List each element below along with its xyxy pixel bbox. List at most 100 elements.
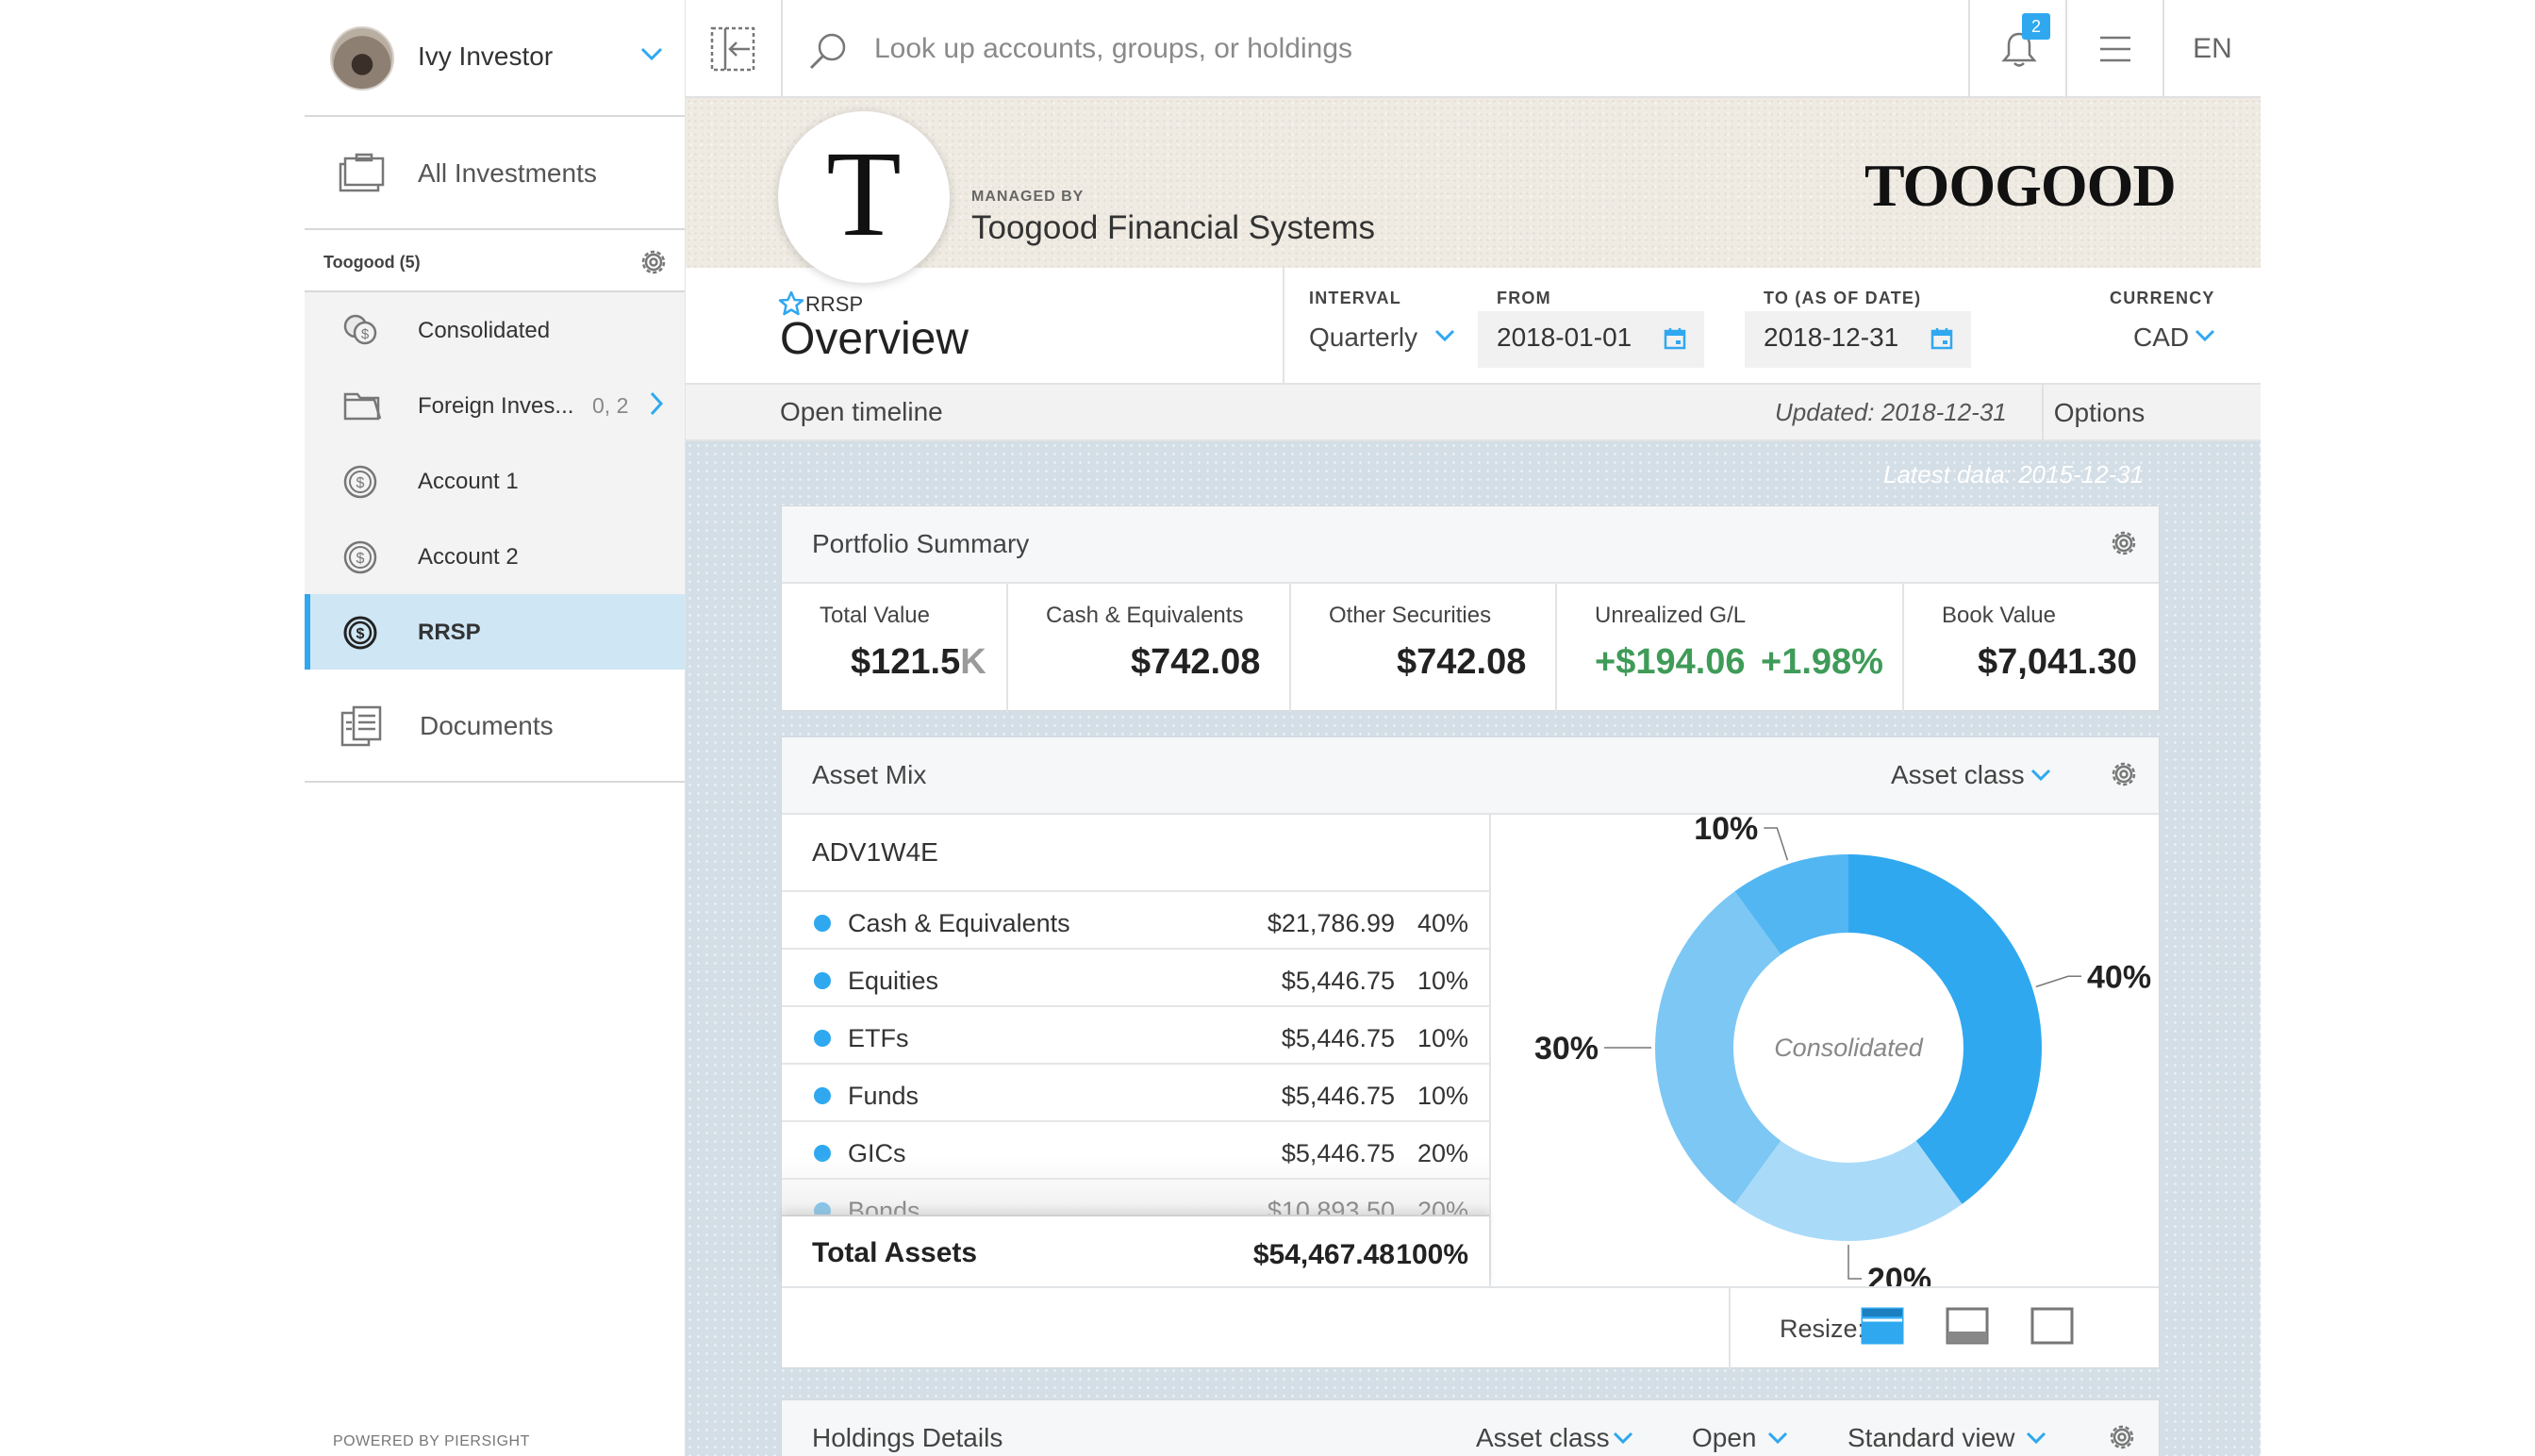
row-percent: 20%: [1417, 1139, 1468, 1167]
collapse-sidebar-button[interactable]: [686, 0, 783, 98]
pie-slice[interactable]: [1848, 854, 2042, 1204]
chevron-right-icon[interactable]: [648, 390, 665, 417]
hamburger-icon: [2100, 36, 2130, 62]
sidebar-item-foreign-investments[interactable]: Foreign Inves... 0, 2: [305, 368, 685, 443]
from-date-field[interactable]: 2018-01-01: [1478, 311, 1704, 368]
pie-slice[interactable]: [1655, 891, 1781, 1204]
chevron-down-icon[interactable]: [1766, 1431, 1789, 1446]
avatar: [330, 26, 394, 91]
sidebar-item-consolidated[interactable]: $ Consolidated: [305, 292, 685, 368]
chevron-down-icon[interactable]: [2030, 768, 2052, 783]
row-percent: 10%: [1417, 1024, 1468, 1052]
holdings-status-dropdown[interactable]: Open: [1692, 1423, 1757, 1453]
main-content[interactable]: Latest data: 2015-12-31 Portfolio Summar…: [686, 441, 2261, 1456]
calendar-icon[interactable]: [1930, 326, 1954, 351]
holdings-group-dropdown[interactable]: Asset class: [1476, 1423, 1610, 1453]
interval-select[interactable]: Quarterly: [1309, 323, 1417, 353]
slice-label: 20%: [1867, 1262, 1931, 1286]
brand-avatar: T: [778, 111, 950, 283]
search-input[interactable]: [874, 28, 1874, 70]
briefcase-icon: [339, 153, 385, 192]
latest-data-note: Latest data: 2015-12-31: [1883, 460, 2145, 488]
asset-mix-chart: 40% 20% 30% 10% Consolidated: [1493, 815, 2159, 1286]
chevron-down-icon[interactable]: [639, 45, 664, 62]
sidebar-item-label: Documents: [420, 711, 554, 740]
open-timeline-link[interactable]: Open timeline: [780, 397, 943, 427]
sidebar-item-label: RRSP: [418, 620, 481, 645]
updated-date: Updated: 2018-12-31: [1775, 398, 2007, 426]
to-label: TO (AS OF DATE): [1764, 289, 1922, 307]
summary-label: Total Value: [820, 603, 930, 628]
gear-icon[interactable]: [638, 246, 670, 278]
asset-mix-rows[interactable]: Cash & Equivalents $21,786.99 40% Equiti…: [782, 890, 1489, 1215]
sidebar-item-account-1[interactable]: $ Account 1: [305, 443, 685, 519]
calendar-icon[interactable]: [1663, 326, 1687, 351]
row-amount: $10,893.50: [1267, 1197, 1395, 1215]
sidebar-item-label: All Investments: [418, 158, 597, 188]
gear-icon[interactable]: [2106, 1421, 2138, 1453]
sidebar-item-account-2[interactable]: $ Account 2: [305, 519, 685, 594]
holdings-view-dropdown[interactable]: Standard view: [1847, 1423, 2014, 1453]
page-title: Overview: [780, 314, 969, 364]
table-row[interactable]: Equities $5,446.75 10%: [782, 950, 1489, 1007]
card-header: Portfolio Summary: [782, 506, 2159, 584]
collapse-sidebar-icon: [710, 26, 755, 72]
gear-icon[interactable]: [2108, 758, 2140, 790]
manager-name: Toogood Financial Systems: [971, 209, 1375, 246]
notifications-button[interactable]: 2: [1968, 0, 2065, 98]
group-header: Toogood (5): [305, 232, 685, 292]
legend-dot: [814, 1030, 831, 1047]
table-row[interactable]: Funds $5,446.75 10%: [782, 1065, 1489, 1122]
gear-icon[interactable]: [2108, 527, 2140, 559]
total-amount: $54,467.48: [1252, 1239, 1395, 1270]
summary-label: Other Securities: [1329, 603, 1492, 628]
chevron-down-icon[interactable]: [2194, 328, 2216, 343]
table-row[interactable]: Bonds $10,893.50 20%: [782, 1180, 1489, 1215]
table-row[interactable]: GICs $5,446.75 20%: [782, 1122, 1489, 1180]
chevron-down-icon[interactable]: [1612, 1431, 1634, 1446]
menu-button[interactable]: [2065, 0, 2162, 98]
chevron-down-icon[interactable]: [1433, 328, 1456, 343]
summary-value: $121.5K: [851, 642, 986, 682]
row-amount: $5,446.75: [1281, 1139, 1395, 1167]
svg-text:$: $: [356, 475, 365, 491]
asset-mix-table: ADV1W4E Cash & Equivalents $21,786.99 40…: [782, 815, 1491, 1286]
summary-cash: Cash & Equivalents $742.08: [1008, 584, 1291, 712]
table-row[interactable]: ETFs $5,446.75 10%: [782, 1007, 1489, 1065]
sidebar-item-rrsp[interactable]: $ RRSP: [305, 594, 685, 670]
row-percent: 10%: [1417, 967, 1468, 995]
sidebar: Ivy Investor All Investments Toogood (5)…: [305, 0, 687, 1456]
resize-small-icon[interactable]: [2030, 1307, 2074, 1345]
row-percent: 10%: [1417, 1082, 1468, 1110]
summary-other-securities: Other Securities $742.08: [1291, 584, 1557, 712]
notification-badge: 2: [2022, 13, 2050, 40]
row-name: Bonds: [848, 1197, 920, 1215]
svg-text:$: $: [356, 626, 365, 642]
search-icon: [809, 33, 846, 70]
summary-gl-value: +$194.06: [1595, 642, 1746, 682]
summary-unrealized-gl: Unrealized G/L +$194.06 +1.98%: [1557, 584, 1904, 712]
chevron-down-icon[interactable]: [2025, 1431, 2047, 1446]
divider: [1729, 1288, 1731, 1369]
card-title: Asset Mix: [812, 760, 927, 789]
currency-select[interactable]: CAD: [2133, 323, 2189, 353]
coins-icon: $: [343, 314, 377, 345]
language-button[interactable]: EN: [2162, 0, 2261, 98]
summary-total-value: Total Value $121.5K: [782, 584, 1008, 712]
label-leader-line: [1764, 827, 1789, 861]
summary-value: $742.08: [1131, 642, 1261, 682]
resize-large-icon[interactable]: [1861, 1307, 1904, 1345]
powered-by: POWERED BY PIERSIGHT: [333, 1433, 530, 1449]
resize-medium-icon[interactable]: [1946, 1307, 1989, 1345]
sidebar-item-all-investments[interactable]: All Investments: [305, 117, 685, 230]
table-row[interactable]: Cash & Equivalents $21,786.99 40%: [782, 892, 1489, 950]
holdings-details-card: Holdings Details Asset class Open Standa…: [781, 1399, 2160, 1456]
legend-dot: [814, 1202, 831, 1215]
user-menu[interactable]: Ivy Investor: [305, 0, 685, 117]
to-date-value: 2018-12-31: [1764, 323, 1899, 352]
legend-dot: [814, 915, 831, 932]
to-date-field[interactable]: 2018-12-31: [1745, 311, 1971, 368]
options-button[interactable]: Options: [2042, 385, 2155, 441]
sidebar-item-documents[interactable]: Documents: [305, 670, 685, 783]
asset-class-dropdown[interactable]: Asset class: [1891, 760, 2025, 790]
